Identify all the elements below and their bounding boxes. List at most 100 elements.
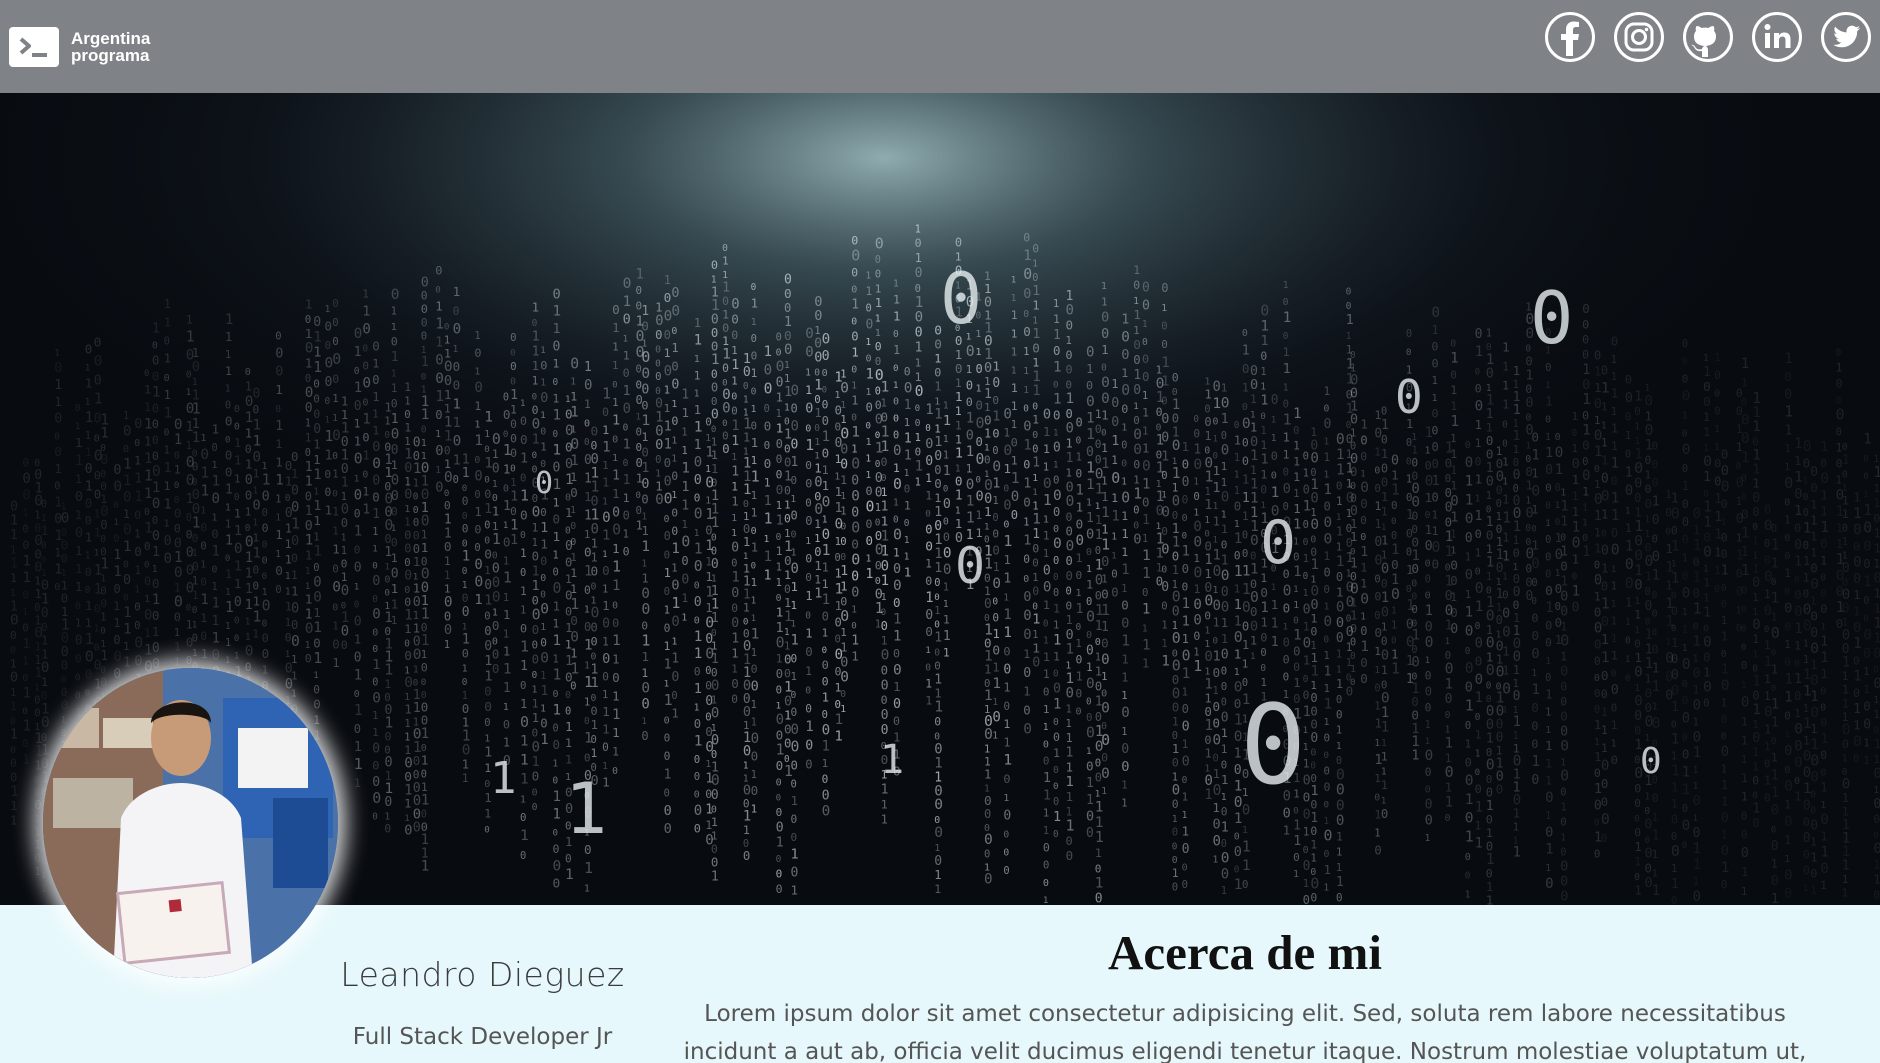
svg-text:1: 1 [1121,509,1128,523]
svg-text:0: 0 [1693,555,1700,569]
svg-text:1: 1 [553,357,560,371]
svg-text:1: 1 [1086,511,1094,526]
svg-text:1: 1 [570,405,578,421]
svg-text:1: 1 [1671,731,1680,747]
svg-text:0: 0 [711,258,718,272]
svg-text:0: 0 [444,595,453,611]
svg-text:1: 1 [291,514,300,532]
svg-text:1: 1 [1260,615,1268,630]
svg-text:1: 1 [1242,658,1248,670]
facebook-icon[interactable] [1544,11,1596,63]
svg-text:0: 0 [1611,702,1617,715]
svg-text:0: 0 [1810,480,1818,495]
svg-text:0: 0 [1652,549,1661,565]
svg-text:1: 1 [341,545,347,557]
brand-logo-link[interactable]: Argentina programa [9,26,150,67]
svg-text:0: 0 [655,313,664,329]
svg-text:1: 1 [305,640,311,651]
linkedin-icon[interactable] [1751,11,1803,63]
svg-text:1: 1 [1381,663,1388,677]
svg-text:0: 0 [1350,491,1357,505]
svg-text:0: 0 [1043,475,1052,492]
svg-text:1: 1 [1741,790,1748,804]
svg-text:0: 0 [722,419,727,429]
svg-text:1: 1 [641,523,648,538]
svg-text:1: 1 [1611,648,1618,662]
svg-text:0: 0 [174,506,182,521]
svg-text:0: 0 [413,753,421,768]
svg-text:0: 0 [584,716,590,727]
svg-text:0: 0 [940,258,982,340]
svg-text:1: 1 [1703,564,1708,574]
svg-text:0: 0 [10,613,19,629]
svg-text:1: 1 [664,679,670,690]
svg-text:0: 0 [1634,637,1641,650]
svg-text:1: 1 [1752,476,1760,491]
svg-text:0: 0 [1842,442,1848,453]
svg-text:1: 1 [1853,669,1862,685]
svg-text:1: 1 [1066,436,1073,450]
svg-text:0: 0 [1873,571,1880,587]
svg-text:0: 0 [1465,755,1472,769]
svg-text:0: 0 [384,823,391,836]
svg-text:0: 0 [275,365,283,380]
svg-text:1: 1 [966,444,974,460]
svg-text:0: 0 [1250,377,1258,393]
svg-text:1: 1 [934,843,940,854]
svg-text:0: 0 [893,525,902,543]
svg-text:0: 0 [1111,469,1120,487]
svg-text:1: 1 [1324,862,1332,877]
svg-text:1: 1 [462,548,471,564]
twitter-icon[interactable] [1820,11,1872,63]
github-icon[interactable] [1682,11,1734,63]
svg-text:0: 0 [1432,539,1441,556]
svg-text:1: 1 [305,431,312,444]
svg-text:0: 0 [1142,280,1150,295]
svg-text:0: 0 [1752,689,1759,703]
svg-text:0: 0 [1820,703,1826,714]
svg-text:1: 1 [1450,510,1458,526]
svg-text:0: 0 [1671,624,1676,634]
svg-text:1: 1 [10,513,18,529]
svg-text:0: 0 [1582,348,1589,362]
svg-text:1: 1 [1374,738,1380,749]
svg-text:0: 0 [1820,537,1827,551]
svg-text:1: 1 [1810,547,1817,560]
svg-text:0: 0 [722,243,728,254]
svg-text:0: 0 [955,537,985,595]
svg-text:0: 0 [1794,755,1803,771]
svg-text:0: 0 [776,469,783,482]
svg-text:0: 0 [1086,547,1092,558]
svg-text:0: 0 [992,710,1001,726]
svg-text:0: 0 [1545,637,1552,650]
svg-text:1: 1 [1741,545,1749,560]
svg-text:1: 1 [540,346,545,356]
svg-text:1: 1 [570,390,577,404]
svg-text:0: 0 [711,733,719,749]
svg-text:0: 0 [992,528,999,541]
svg-text:0: 0 [822,527,831,543]
svg-text:1: 1 [1121,423,1127,434]
svg-text:1: 1 [1381,621,1388,634]
svg-text:0: 0 [1486,365,1494,381]
svg-text:0: 0 [805,552,812,566]
svg-text:1: 1 [1310,838,1317,851]
svg-text:0: 0 [1794,521,1801,535]
svg-text:0: 0 [1023,608,1031,624]
svg-text:0: 0 [1003,644,1010,658]
svg-text:0: 0 [966,343,975,360]
svg-text:1: 1 [840,626,847,639]
svg-text:0: 0 [664,803,672,819]
svg-text:0: 0 [1310,691,1317,705]
svg-text:1: 1 [1053,746,1060,760]
svg-text:0: 0 [1820,861,1829,877]
svg-text:1: 1 [212,474,221,490]
svg-text:0: 0 [1142,298,1150,313]
svg-text:1: 1 [1741,771,1748,785]
instagram-icon[interactable] [1613,11,1665,63]
svg-text:1: 1 [751,646,758,659]
svg-text:1: 1 [1003,793,1009,804]
svg-text:0: 0 [1682,463,1688,475]
svg-text:1: 1 [1475,598,1484,615]
svg-text:0: 0 [10,771,17,785]
